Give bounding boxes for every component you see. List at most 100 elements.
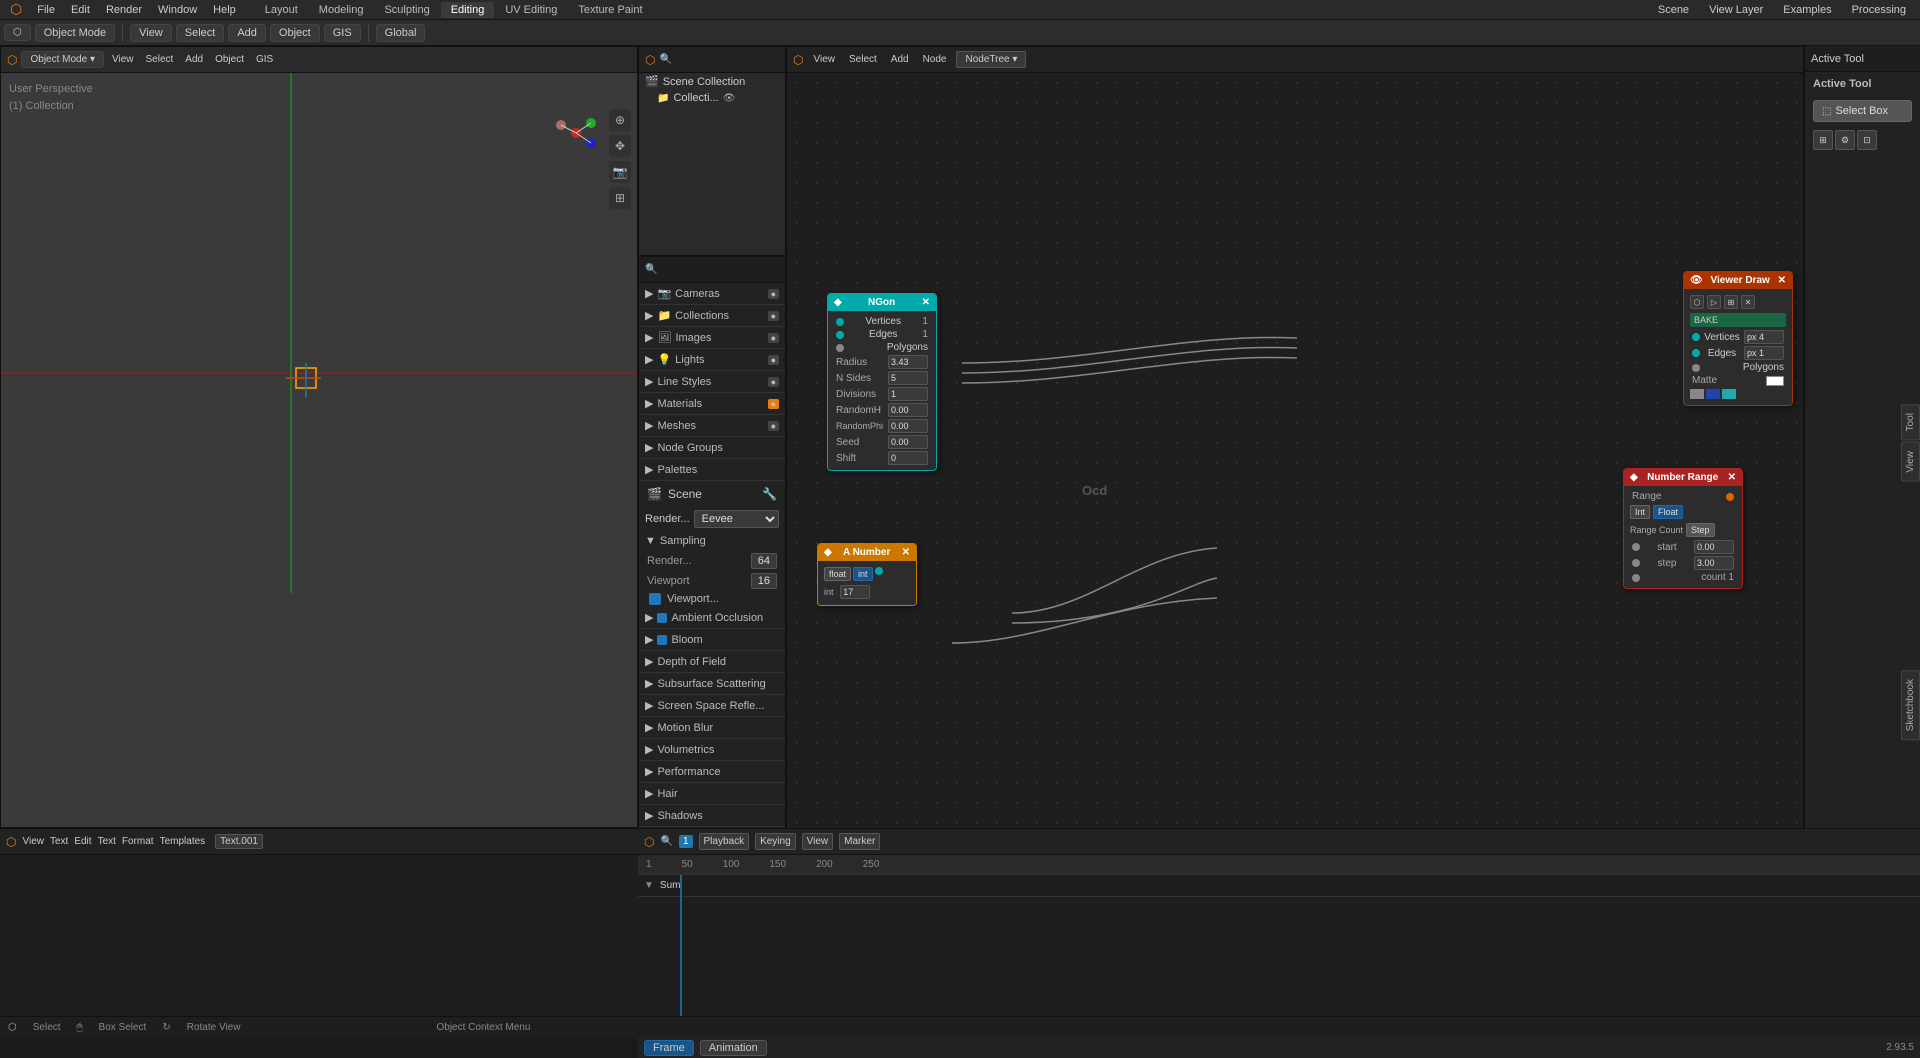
tool-grid-icon[interactable]: ⊞ (1813, 130, 1833, 150)
sss-title[interactable]: ▶ Subsurface Scattering (639, 673, 785, 694)
lights-title[interactable]: ▶ 💡 Lights ● (639, 349, 785, 370)
tool-settings-icon[interactable]: ⚙ (1835, 130, 1855, 150)
node-tree-selector[interactable]: NodeTree ▾ (956, 51, 1026, 68)
bloom-checkbox[interactable] (657, 635, 667, 645)
collection-item[interactable]: 📁 Collecti... 👁 (651, 90, 785, 106)
palettes-title[interactable]: ▶ Palettes (639, 459, 785, 480)
tab-texture-paint[interactable]: Texture Paint (568, 2, 652, 18)
text-format-btn[interactable]: Format (122, 836, 154, 847)
text-select-btn[interactable]: Text (98, 836, 116, 847)
ncon-divisions-input[interactable] (888, 387, 928, 401)
text-view-btn[interactable]: View (22, 836, 44, 847)
ambient-occlusion-title[interactable]: ▶ Ambient Occlusion (639, 607, 785, 628)
tool-tab[interactable]: Tool (1901, 404, 1920, 440)
a-number-val-input[interactable] (840, 585, 870, 599)
ncon-randomphi-input[interactable] (888, 419, 928, 433)
timeline-view-btn[interactable]: View (802, 833, 834, 850)
menu-render[interactable]: Render (99, 2, 149, 18)
bake-btn[interactable]: BAKE (1690, 313, 1786, 327)
images-title[interactable]: ▶ 🖼 Images ● (639, 327, 785, 348)
a-number-close-icon[interactable]: ✕ (902, 547, 910, 558)
viewport-samples-value[interactable]: 16 (751, 573, 777, 589)
text-templates-btn[interactable]: Templates (160, 836, 206, 847)
node-add-btn[interactable]: Add (887, 52, 913, 67)
swatch-gray[interactable] (1690, 389, 1704, 399)
a-number-float-btn[interactable]: float (824, 567, 851, 581)
menu-edit[interactable]: Edit (64, 2, 97, 18)
performance-title[interactable]: ▶ Performance (639, 761, 785, 782)
render-engine-select[interactable]: Eevee (694, 510, 779, 528)
engine-selector-icon[interactable]: ⬡ (4, 24, 31, 41)
viewport-object-mode[interactable]: Object Mode ▾ (21, 51, 104, 68)
viewer-icon1[interactable]: ⬡ (1690, 295, 1704, 309)
viewer-icon3[interactable]: ⊞ (1724, 295, 1738, 309)
viewport-object-btn[interactable]: Object (211, 52, 248, 67)
viewer-edges-input[interactable] (1744, 346, 1784, 360)
render-samples-value[interactable]: 64 (751, 553, 777, 569)
swatch-teal[interactable] (1722, 389, 1736, 399)
object-mode-btn[interactable]: Object Mode (35, 24, 115, 42)
viewport-view-btn[interactable]: View (108, 52, 138, 67)
view-layer-selector[interactable]: View Layer (1703, 2, 1769, 18)
add-btn[interactable]: Add (228, 24, 266, 42)
ao-checkbox[interactable] (657, 613, 667, 623)
viewer-draw-node[interactable]: 👁 Viewer Draw ✕ ⬡ ▷ ⊞ ✕ BAKE Vertices (1683, 271, 1793, 406)
outliner-search-icon[interactable]: 🔍 (659, 54, 671, 65)
viewer-icon4[interactable]: ✕ (1741, 295, 1755, 309)
sum-arrow[interactable]: ▼ (644, 880, 654, 891)
sketchbook-tab[interactable]: Sketchbook (1901, 670, 1920, 740)
node-select-btn[interactable]: Select (845, 52, 881, 67)
zoom-to-fit-icon[interactable]: ⊕ (609, 109, 631, 131)
viewport-select-btn[interactable]: Select (141, 52, 177, 67)
collections-title[interactable]: ▶ 📁 Collections ● (639, 305, 785, 326)
text-text-btn[interactable]: Text (50, 836, 68, 847)
scene-tool-icon[interactable]: 🔧 (762, 487, 777, 501)
current-frame-indicator[interactable]: 1 (679, 835, 693, 848)
select-btn[interactable]: Select (176, 24, 225, 42)
tab-layout[interactable]: Layout (255, 2, 308, 18)
scene-collection-item[interactable]: 🎬 Scene Collection (639, 73, 785, 90)
range-step-btn[interactable]: Step (1686, 523, 1715, 537)
sampling-title[interactable]: ▼ Sampling (639, 531, 785, 551)
number-range-node[interactable]: ◆ Number Range ✕ Range Int Float Range C… (1623, 468, 1743, 589)
a-number-node[interactable]: ◆ A Number ✕ float int int (817, 543, 917, 606)
swatch-blue[interactable] (1706, 389, 1720, 399)
text-editor-body[interactable] (0, 855, 638, 1038)
node-node-btn[interactable]: Node (919, 52, 951, 67)
tab-modeling[interactable]: Modeling (309, 2, 374, 18)
playback-btn[interactable]: Playback (699, 833, 750, 850)
range-step-input[interactable] (1694, 556, 1734, 570)
menu-window[interactable]: Window (151, 2, 204, 18)
motion-blur-title[interactable]: ▶ Motion Blur (639, 717, 785, 738)
visibility-icon[interactable]: 👁 (723, 93, 736, 104)
bloom-title[interactable]: ▶ Bloom (639, 629, 785, 650)
cameras-title[interactable]: ▶ 📷 Cameras ● (639, 283, 785, 304)
viewer-icon2[interactable]: ▷ (1707, 295, 1721, 309)
a-number-int-btn[interactable]: int (853, 567, 873, 581)
ssr-title[interactable]: ▶ Screen Space Refle... (639, 695, 785, 716)
viewport-mode-icon[interactable]: ⬡ (7, 53, 17, 67)
select-box-btn[interactable]: ⬚ Select Box (1813, 100, 1912, 122)
ncon-nsides-input[interactable] (888, 371, 928, 385)
view-btn[interactable]: View (130, 24, 172, 42)
line-styles-title[interactable]: ▶ Line Styles ● (639, 371, 785, 392)
frame-btn[interactable]: Frame (644, 1040, 694, 1056)
view-tab[interactable]: View (1901, 442, 1920, 482)
tab-editing[interactable]: Editing (441, 2, 495, 18)
dof-title[interactable]: ▶ Depth of Field (639, 651, 785, 672)
ncon-seed-input[interactable] (888, 435, 928, 449)
range-start-input[interactable] (1694, 540, 1734, 554)
tab-sculpting[interactable]: Sculpting (374, 2, 439, 18)
object-btn[interactable]: Object (270, 24, 320, 42)
volumetrics-title[interactable]: ▶ Volumetrics (639, 739, 785, 760)
timeline-body[interactable]: ▼ Sum (638, 875, 1920, 1036)
range-float-btn[interactable]: Float (1653, 505, 1683, 519)
ncon-close-icon[interactable]: ✕ (922, 297, 930, 308)
ncon-radius-input[interactable] (888, 355, 928, 369)
viewport-checkbox[interactable] (649, 593, 661, 605)
tool-extra-icon[interactable]: ⊡ (1857, 130, 1877, 150)
node-groups-title[interactable]: ▶ Node Groups (639, 437, 785, 458)
keying-btn[interactable]: Keying (755, 833, 796, 850)
ncon-node[interactable]: ◆ NGon ✕ Vertices 1 Edges 1 (827, 293, 937, 471)
viewport-gis-btn[interactable]: GIS (252, 52, 277, 67)
